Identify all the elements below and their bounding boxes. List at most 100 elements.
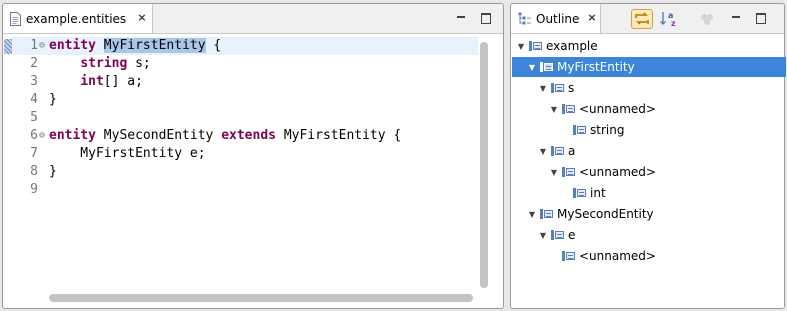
tree-item-label: s bbox=[568, 81, 575, 95]
tree-item-label: example bbox=[546, 39, 598, 53]
code-editor[interactable]: 1 ⊖ entity MyFirstEntity {2 string s; 3 int… bbox=[12, 37, 478, 289]
expand-toggle-icon[interactable]: ▼ bbox=[538, 147, 548, 156]
tree-item-label: string bbox=[590, 123, 625, 137]
line-number: 6 bbox=[30, 128, 38, 143]
close-icon[interactable]: × bbox=[137, 12, 147, 23]
tree-item[interactable]: ▼ MyFirstEntity bbox=[512, 57, 786, 77]
fold-toggle-icon[interactable]: ⊖ bbox=[39, 127, 48, 145]
code-line[interactable]: 5 bbox=[12, 109, 478, 127]
tree-item-label: MySecondEntity bbox=[557, 207, 654, 221]
code-token: MySecondEntity bbox=[95, 128, 222, 143]
element-icon bbox=[562, 104, 576, 114]
code-line[interactable]: 9 bbox=[12, 181, 478, 199]
link-with-editor-button[interactable] bbox=[631, 9, 653, 29]
code-line[interactable]: 2 string s; bbox=[12, 55, 478, 73]
overview-ruler bbox=[4, 34, 12, 274]
tree-item[interactable]: ▼ <unnamed> bbox=[512, 162, 786, 182]
element-icon bbox=[562, 251, 576, 261]
line-number: 8 bbox=[30, 164, 38, 179]
editor-tab-label: example.entities bbox=[26, 11, 127, 26]
expand-toggle-icon[interactable]: ▼ bbox=[549, 168, 559, 177]
tree-item[interactable]: ▼ a bbox=[512, 141, 786, 161]
code-line[interactable]: 7 MyFirstEntity e; bbox=[12, 145, 478, 163]
expand-toggle-icon[interactable]: ▼ bbox=[538, 84, 548, 93]
tree-item-label: <unnamed> bbox=[579, 249, 656, 263]
code-line[interactable]: 8} bbox=[12, 163, 478, 181]
tree-item-label: <unnamed> bbox=[579, 165, 656, 179]
code-text: entity MyFirstEntity { bbox=[49, 37, 221, 55]
editor-pane: example.entities × 1 ⊖ entity MyFirstEntit… bbox=[2, 3, 504, 309]
maximize-icon[interactable] bbox=[480, 12, 492, 24]
outline-tab-label: Outline bbox=[536, 11, 580, 26]
sort-az-icon: a z bbox=[660, 11, 676, 28]
line-number: 2 bbox=[30, 56, 38, 71]
fold-toggle-icon[interactable]: ⊖ bbox=[39, 37, 48, 55]
element-icon bbox=[562, 167, 576, 177]
element-icon bbox=[551, 146, 565, 156]
minimize-icon[interactable] bbox=[730, 12, 742, 24]
keyword-token: int bbox=[80, 74, 104, 89]
vertical-scroll-thumb[interactable] bbox=[480, 42, 488, 288]
element-icon bbox=[573, 188, 587, 198]
element-icon bbox=[551, 230, 565, 240]
code-text: string s; bbox=[49, 55, 150, 73]
vertical-scrollbar[interactable] bbox=[480, 42, 488, 288]
tree-item-label: int bbox=[590, 186, 606, 200]
tree-item[interactable]: ▼ example bbox=[512, 36, 786, 56]
code-token: } bbox=[49, 92, 57, 107]
editor-tab[interactable]: example.entities × bbox=[3, 4, 153, 33]
tree-item[interactable]: ▼string bbox=[512, 120, 786, 140]
code-text: } bbox=[49, 163, 57, 181]
minimize-icon[interactable] bbox=[455, 12, 467, 24]
expand-toggle-icon[interactable]: ▼ bbox=[549, 105, 559, 114]
element-icon bbox=[540, 209, 554, 219]
selected-token: MyFirstEntity bbox=[103, 38, 206, 53]
horizontal-scrollbar[interactable] bbox=[49, 294, 473, 302]
expand-toggle-icon[interactable]: ▼ bbox=[527, 63, 537, 72]
tree-item-label: <unnamed> bbox=[579, 102, 656, 116]
filter-icon bbox=[701, 14, 713, 25]
tree-item[interactable]: ▼ MySecondEntity bbox=[512, 204, 786, 224]
code-line[interactable]: 4} bbox=[12, 91, 478, 109]
code-token: MyFirstEntity { bbox=[276, 128, 402, 143]
element-icon bbox=[540, 62, 554, 72]
code-token: MyFirstEntity e; bbox=[49, 146, 206, 161]
tree-item-label: e bbox=[568, 228, 576, 242]
outline-tab-bar: Outline × a z bbox=[511, 4, 784, 34]
element-icon bbox=[529, 41, 543, 51]
line-number: 9 bbox=[30, 182, 38, 197]
close-icon[interactable]: × bbox=[587, 12, 597, 23]
expand-toggle-icon[interactable]: ▼ bbox=[538, 231, 548, 240]
element-icon bbox=[551, 83, 565, 93]
code-text: entity MySecondEntity extends MyFirstEnt… bbox=[49, 127, 401, 145]
tree-item[interactable]: ▼ <unnamed> bbox=[512, 99, 786, 119]
code-text: } bbox=[49, 91, 57, 109]
line-number: 1 bbox=[30, 38, 38, 53]
code-line[interactable]: 3 int[] a; bbox=[12, 73, 478, 91]
code-text: MyFirstEntity e; bbox=[49, 145, 206, 163]
line-number: 4 bbox=[30, 92, 38, 107]
keyword-token: extends bbox=[221, 128, 276, 143]
element-icon bbox=[573, 125, 587, 135]
tree-item[interactable]: ▼ s bbox=[512, 78, 786, 98]
sync-arrows-icon bbox=[635, 12, 649, 25]
outline-tab[interactable]: Outline × bbox=[511, 4, 601, 33]
tree-item-label: MyFirstEntity bbox=[557, 60, 635, 74]
keyword-token: string bbox=[80, 56, 128, 71]
outline-icon bbox=[518, 12, 531, 25]
code-text: int[] a; bbox=[49, 73, 143, 91]
sort-alphabetically-button[interactable]: a z bbox=[659, 9, 681, 29]
tree-item[interactable]: ▼<unnamed> bbox=[512, 246, 786, 266]
filter-button bbox=[697, 9, 719, 29]
line-number: 7 bbox=[30, 146, 38, 161]
keyword-token: entity bbox=[49, 38, 96, 53]
tree-item[interactable]: ▼int bbox=[512, 183, 786, 203]
code-token: [] a; bbox=[103, 74, 143, 89]
expand-toggle-icon[interactable]: ▼ bbox=[516, 42, 526, 51]
maximize-icon[interactable] bbox=[755, 12, 767, 24]
code-line[interactable]: 1 ⊖ entity MyFirstEntity { bbox=[12, 37, 478, 55]
tree-item[interactable]: ▼ e bbox=[512, 225, 786, 245]
expand-toggle-icon[interactable]: ▼ bbox=[527, 210, 537, 219]
code-line[interactable]: 6 ⊖ entity MySecondEntity extends MyFirstE… bbox=[12, 127, 478, 145]
